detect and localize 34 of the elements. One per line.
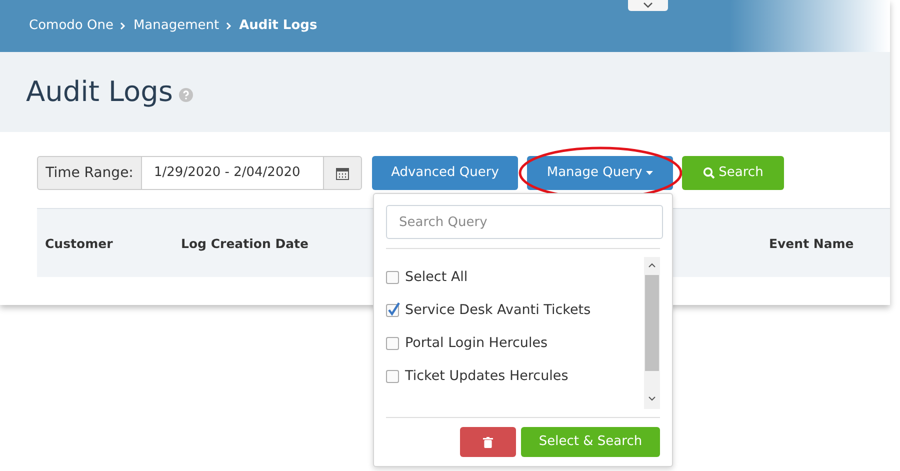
search-query-field[interactable]: Search Query [386,205,663,239]
query-option-label[interactable]: Portal Login Hercules [405,332,548,354]
column-header[interactable]: Event Name [769,235,854,254]
breadcrumb-current: Audit Logs [239,17,318,36]
search-icon [702,167,715,179]
advanced-query-button[interactable]: Advanced Query [372,156,518,190]
query-option-label[interactable]: Select All [405,266,468,288]
time-range-label: Time Range: [37,156,142,190]
breadcrumb-link[interactable]: Comodo One [29,16,114,36]
tab-handle[interactable] [628,0,668,11]
caret-icon [646,171,654,175]
checkbox[interactable] [386,270,399,284]
column-header[interactable]: Log Creation Date [181,235,308,254]
scroll-up-icon[interactable] [648,263,656,268]
breadcrumb-link[interactable]: Management [133,16,220,36]
checkbox[interactable] [386,304,399,316]
chevron-right-icon [226,22,232,30]
trash-icon [483,436,493,448]
column-header[interactable]: Customer [45,235,113,254]
page-title: Audit Logs [26,74,173,110]
manage-query-button[interactable]: Manage Query [527,156,673,190]
scrollbar[interactable] [644,257,660,409]
date-range-field[interactable]: 1/29/2020 - 2/04/2020 [142,156,323,190]
chevron-right-icon [120,22,126,30]
checkbox[interactable] [386,370,399,382]
calendar-button[interactable] [323,156,362,190]
calendar-icon [336,166,349,180]
delete-button[interactable] [460,427,516,457]
scroll-down-icon[interactable] [648,396,656,401]
scrollbar-thumb[interactable] [645,275,659,371]
query-option-label[interactable]: Service Desk Avanti Tickets [405,300,591,320]
query-option-label[interactable]: Ticket Updates Hercules [405,366,568,386]
chevron-down-icon [643,2,653,8]
checkbox[interactable] [386,336,399,350]
